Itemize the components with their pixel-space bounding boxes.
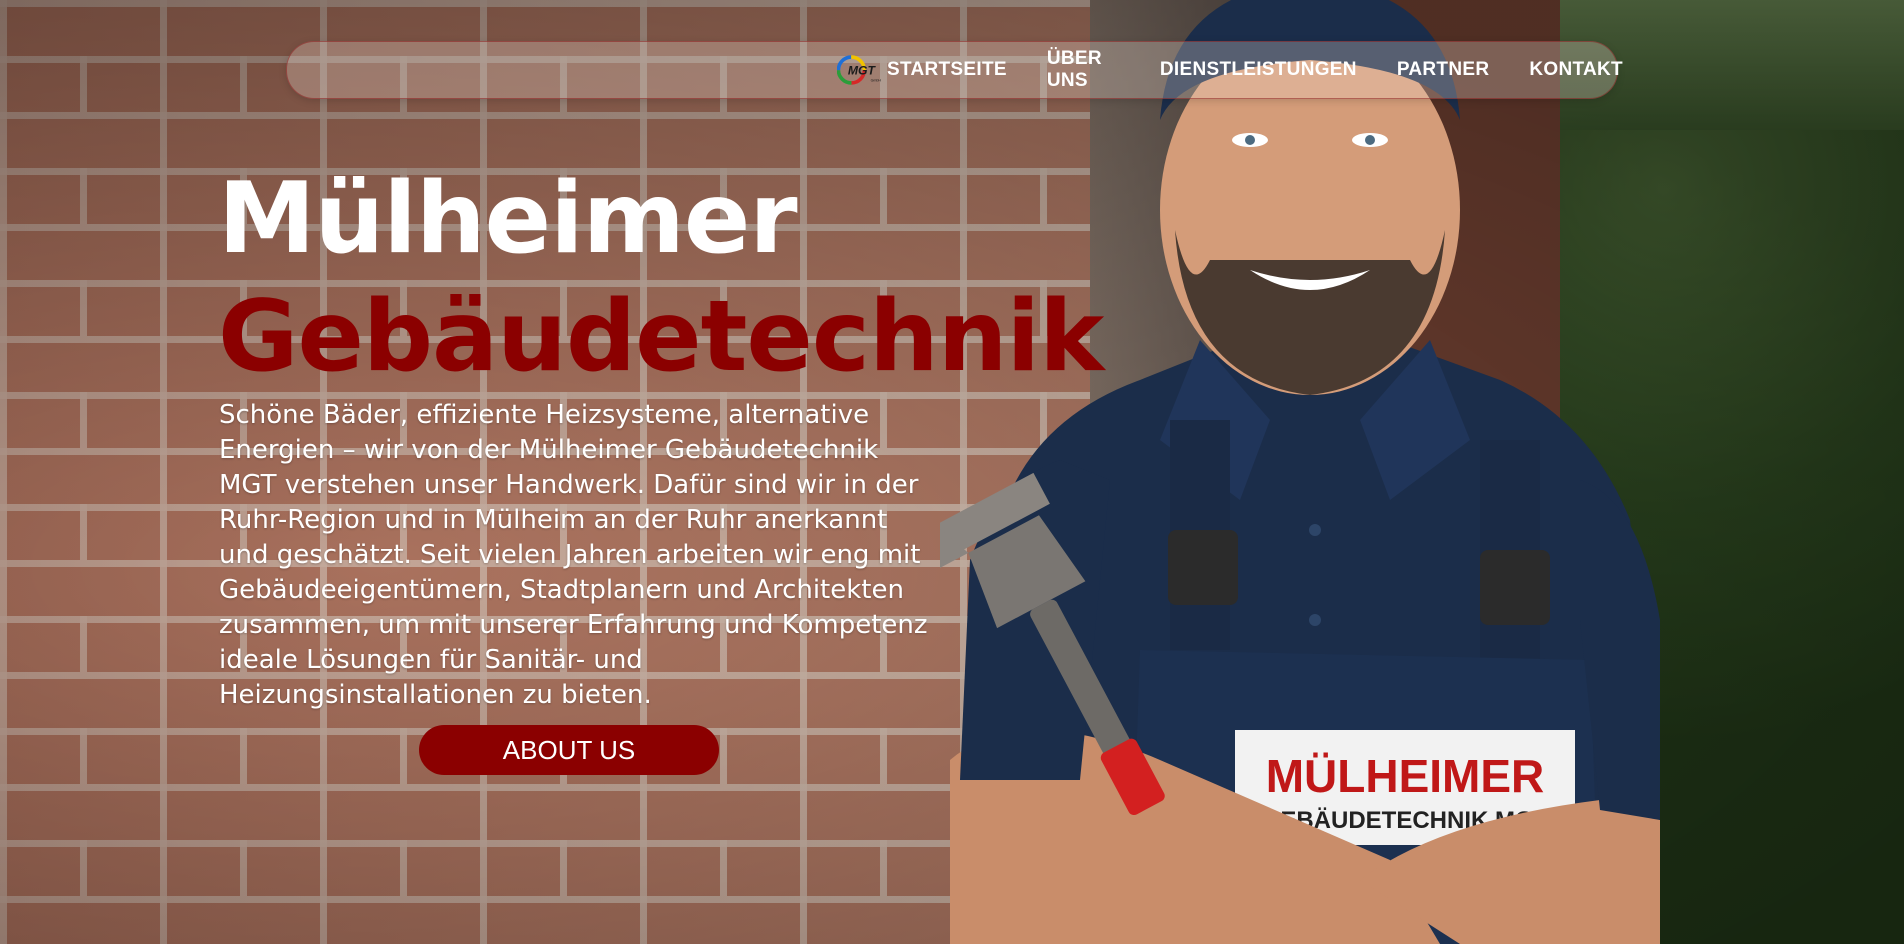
hero-intro-text: Schöne Bäder, effiziente Heizsysteme, al… <box>219 400 928 710</box>
company-logo[interactable]: MGT GmbH <box>837 48 883 92</box>
about-us-button[interactable]: ABOUT US <box>419 725 719 775</box>
plumber-photo: MÜLHEIMER GEBÄUDETECHNIK MGT <box>940 0 1660 944</box>
nav-item-startseite[interactable]: STARTSEITE <box>887 59 1007 81</box>
navbar: MGT GmbH STARTSEITE ÜBER UNS DIENSTLEIST… <box>286 41 1623 99</box>
nav-item-dienstleistungen[interactable]: DIENSTLEISTUNGEN <box>1160 59 1357 81</box>
nav-item-kontakt[interactable]: KONTAKT <box>1529 59 1623 81</box>
nav-item-partner[interactable]: PARTNER <box>1397 59 1490 81</box>
hero-title-line1: Mülheimer <box>218 162 798 276</box>
hero-section: MÜLHEIMER GEBÄUDETECHNIK MGT MGT GmbH ST… <box>0 0 1904 944</box>
logo-subtext: GmbH <box>871 79 882 83</box>
badge-line1: MÜLHEIMER <box>1266 750 1545 802</box>
nav-menu: MGT GmbH STARTSEITE ÜBER UNS DIENSTLEIST… <box>837 42 1623 98</box>
logo-text: MGT <box>848 63 877 77</box>
nav-item-ueber-uns[interactable]: ÜBER UNS <box>1047 48 1120 92</box>
hero-title-line2: Gebäudetechnik <box>218 280 1104 394</box>
